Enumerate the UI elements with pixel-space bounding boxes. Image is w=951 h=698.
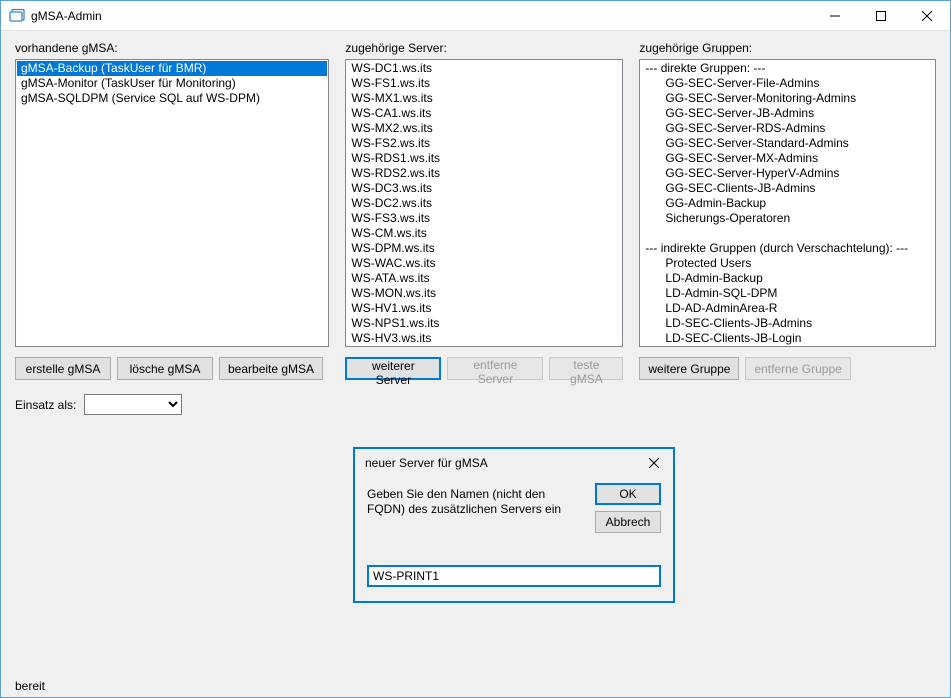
titlebar: gMSA-Admin xyxy=(1,1,950,31)
einsatz-combobox[interactable] xyxy=(84,394,182,415)
add-group-button[interactable]: weitere Gruppe xyxy=(639,357,739,380)
einsatz-label: Einsatz als: xyxy=(15,398,76,412)
list-item[interactable]: WS-DC3.ws.its xyxy=(347,181,621,196)
list-item[interactable]: WS-HV1.ws.its xyxy=(347,301,621,316)
groups-listbox[interactable]: --- direkte Gruppen: ---GG-SEC-Server-Fi… xyxy=(639,59,936,347)
list-item[interactable]: LD-SEC-Clients-JB-Admins xyxy=(641,316,934,331)
edit-gmsa-button[interactable]: bearbeite gMSA xyxy=(219,357,323,380)
list-item[interactable]: Protected Users xyxy=(641,256,934,271)
list-item[interactable]: WS-CA1.ws.its xyxy=(347,106,621,121)
list-item[interactable]: gMSA-Monitor (TaskUser für Monitoring) xyxy=(17,76,327,91)
dialog-title: neuer Server für gMSA xyxy=(365,456,641,470)
create-gmsa-button[interactable]: erstelle gMSA xyxy=(15,357,111,380)
add-server-button[interactable]: weiterer Server xyxy=(345,357,441,380)
list-item[interactable]: WS-DPM.ws.its xyxy=(347,241,621,256)
list-item[interactable]: GG-SEC-Server-MX-Admins xyxy=(641,151,934,166)
list-item[interactable]: --- direkte Gruppen: --- xyxy=(641,61,934,76)
list-item[interactable]: LD-SEC-Clients-JB-RDP xyxy=(641,346,934,347)
content-area: vorhandene gMSA: gMSA-Backup (TaskUser f… xyxy=(1,31,950,675)
test-gmsa-button[interactable]: teste gMSA xyxy=(549,357,623,380)
list-item[interactable]: LD-Admin-SQL-DPM xyxy=(641,286,934,301)
list-item[interactable]: GG-SEC-Server-Monitoring-Admins xyxy=(641,91,934,106)
list-item[interactable]: WS-CM.ws.its xyxy=(347,226,621,241)
list-item[interactable]: WS-MX1.ws.its xyxy=(347,91,621,106)
list-item[interactable]: LD-SEC-Clients-JB-Login xyxy=(641,331,934,346)
list-item[interactable]: WS-FS2.ws.its xyxy=(347,136,621,151)
list-item[interactable]: GG-SEC-Server-File-Admins xyxy=(641,76,934,91)
delete-gmsa-button[interactable]: lösche gMSA xyxy=(117,357,213,380)
dialog-cancel-button[interactable]: Abbrech xyxy=(595,511,661,533)
list-item[interactable]: GG-Admin-Backup xyxy=(641,196,934,211)
groups-label: zugehörige Gruppen: xyxy=(639,41,936,55)
list-item[interactable]: --- indirekte Gruppen (durch Verschachte… xyxy=(641,241,934,256)
gmsa-listbox[interactable]: gMSA-Backup (TaskUser für BMR)gMSA-Monit… xyxy=(15,59,329,347)
list-item[interactable]: GG-SEC-Server-Standard-Admins xyxy=(641,136,934,151)
list-item[interactable]: WS-MX2.ws.its xyxy=(347,121,621,136)
dialog-ok-button[interactable]: OK xyxy=(595,483,661,505)
list-item[interactable]: GG-SEC-Server-JB-Admins xyxy=(641,106,934,121)
dialog-close-button[interactable] xyxy=(641,453,667,473)
list-item[interactable]: WS-HV2.ws.its xyxy=(347,346,621,347)
servers-listbox[interactable]: WS-DC1.ws.itsWS-FS1.ws.itsWS-MX1.ws.itsW… xyxy=(345,59,623,347)
servers-label: zugehörige Server: xyxy=(345,41,623,55)
list-item[interactable]: GG-SEC-Clients-JB-Admins xyxy=(641,181,934,196)
list-item[interactable]: Sicherungs-Operatoren xyxy=(641,211,934,226)
list-item[interactable]: WS-NPS1.ws.its xyxy=(347,316,621,331)
remove-server-button[interactable]: entferne Server xyxy=(447,357,543,380)
list-item[interactable]: WS-RDS1.ws.its xyxy=(347,151,621,166)
list-item[interactable]: WS-FS3.ws.its xyxy=(347,211,621,226)
list-item[interactable]: WS-FS1.ws.its xyxy=(347,76,621,91)
new-server-dialog: neuer Server für gMSA Geben Sie den Name… xyxy=(353,447,675,603)
list-item[interactable]: WS-DC2.ws.its xyxy=(347,196,621,211)
list-item[interactable]: WS-WAC.ws.its xyxy=(347,256,621,271)
list-item[interactable] xyxy=(641,226,934,241)
list-item[interactable]: WS-RDS2.ws.its xyxy=(347,166,621,181)
status-bar: bereit xyxy=(1,675,950,697)
list-item[interactable]: WS-MON.ws.its xyxy=(347,286,621,301)
list-item[interactable]: gMSA-Backup (TaskUser für BMR) xyxy=(17,61,327,76)
status-text: bereit xyxy=(15,679,45,693)
gmsa-list-label: vorhandene gMSA: xyxy=(15,41,329,55)
dialog-message: Geben Sie den Namen (nicht den FQDN) des… xyxy=(367,487,567,517)
list-item[interactable]: WS-HV3.ws.its xyxy=(347,331,621,346)
dialog-server-input[interactable] xyxy=(367,565,661,587)
list-item[interactable]: LD-Admin-Backup xyxy=(641,271,934,286)
window-title: gMSA-Admin xyxy=(31,9,812,23)
remove-group-button[interactable]: entferne Gruppe xyxy=(745,357,850,380)
app-icon xyxy=(9,8,25,24)
close-button[interactable] xyxy=(904,1,950,30)
list-item[interactable]: WS-ATA.ws.its xyxy=(347,271,621,286)
list-item[interactable]: gMSA-SQLDPM (Service SQL auf WS-DPM) xyxy=(17,91,327,106)
maximize-button[interactable] xyxy=(858,1,904,30)
list-item[interactable]: LD-AD-AdminArea-R xyxy=(641,301,934,316)
minimize-button[interactable] xyxy=(812,1,858,30)
list-item[interactable]: GG-SEC-Server-RDS-Admins xyxy=(641,121,934,136)
list-item[interactable]: GG-SEC-Server-HyperV-Admins xyxy=(641,166,934,181)
list-item[interactable]: WS-DC1.ws.its xyxy=(347,61,621,76)
